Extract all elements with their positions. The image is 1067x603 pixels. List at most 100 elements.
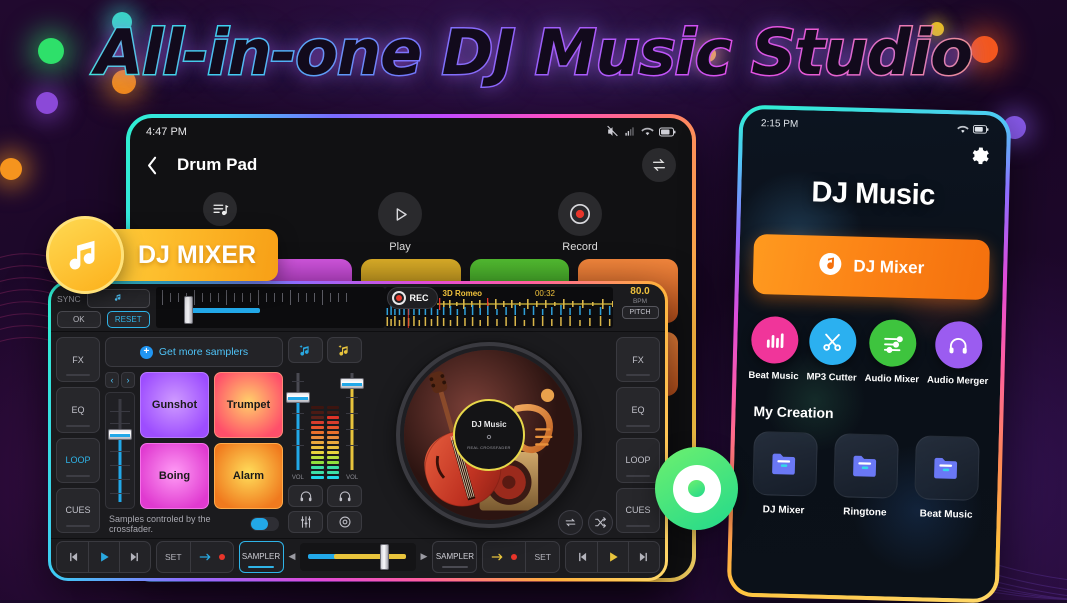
record-button[interactable]: Record <box>490 192 670 253</box>
left-side-buttons: FX EQ LOOP CUES <box>56 337 100 533</box>
sampler-nav-and-fader: ‹ › <box>105 372 135 509</box>
repeat-icon[interactable] <box>558 510 583 535</box>
reset-button[interactable]: RESET <box>106 311 150 328</box>
record-icon <box>391 291 406 305</box>
crossfader-left-arrow[interactable]: ◀ <box>289 551 296 562</box>
deck-action-buttons <box>558 510 613 535</box>
right-volume-fader[interactable] <box>340 367 365 474</box>
dj-mixer-badge: DJ MIXER <box>46 216 279 294</box>
play-icon <box>378 192 422 236</box>
crossfader-knob[interactable] <box>380 543 390 570</box>
crossfader-track[interactable] <box>300 542 416 571</box>
shuffle-icon[interactable] <box>588 510 613 535</box>
skip-previous-icon-right[interactable] <box>566 542 597 572</box>
left-statusbar: 4:47 PM <box>130 118 692 140</box>
target-icon[interactable] <box>327 511 362 533</box>
skip-previous-icon-left[interactable] <box>57 542 88 572</box>
mixer-body: FX EQ LOOP CUES + Get more samplers ‹ › <box>51 332 665 538</box>
ok-button[interactable]: OK <box>57 311 101 328</box>
dj-music-home-screen: 2:15 PM DJ Music DJ Mixer Beat Music MP3… <box>730 108 1008 600</box>
creation-item-ringtone[interactable]: Ringtone <box>833 433 899 519</box>
glow-orb <box>0 158 22 180</box>
feature-audio-merger[interactable]: Audio Merger <box>927 320 990 387</box>
fx-button-left[interactable]: FX <box>56 337 100 383</box>
sampler-pad-alarm[interactable]: Alarm <box>214 443 283 509</box>
waveform-strip[interactable]: REC 3D Romeo 00:32 <box>384 287 613 328</box>
creation-item-dj-mixer[interactable]: DJ Mixer <box>751 431 818 517</box>
chevron-left-icon[interactable] <box>146 156 159 175</box>
loop-button-right[interactable]: LOOP <box>616 437 660 483</box>
creation-label: DJ Mixer <box>762 504 805 517</box>
battery-icon <box>972 124 989 134</box>
set-button-left[interactable]: SET <box>157 542 190 572</box>
right-side-buttons: FX EQ LOOP CUES <box>616 337 660 533</box>
loop-button-left[interactable]: LOOP <box>56 437 100 483</box>
set-button-right[interactable]: SET <box>525 541 559 572</box>
arrow-right-icon <box>199 553 211 560</box>
deck-center-label: DJ Music REAL CROSSFADER <box>453 399 525 471</box>
sampler-pad-gunshot[interactable]: Gunshot <box>140 372 209 438</box>
right-volume-column: VOL <box>340 367 365 481</box>
get-more-samplers-button[interactable]: + Get more samplers <box>105 337 283 367</box>
scissors-icon <box>808 317 857 366</box>
sampler-tab-right[interactable]: SAMPLER <box>432 540 478 573</box>
play-icon-left[interactable] <box>88 541 119 572</box>
bar-chart-icon <box>750 315 799 365</box>
vinyl-record-icon <box>672 464 721 513</box>
right-status-icons <box>957 124 989 135</box>
eq-button-right[interactable]: EQ <box>616 387 660 433</box>
dj-mixer-panel: SYNC OK RESET REC 3D Romeo 00:32 80.0 BP… <box>48 281 668 581</box>
app-title: DJ Music <box>811 176 936 212</box>
skip-next-icon-left[interactable] <box>119 541 150 572</box>
sampler-tab-left[interactable]: SAMPLER <box>238 540 284 573</box>
creation-item-beat-music[interactable]: Beat Music <box>914 435 981 521</box>
crossfade-toggle[interactable] <box>250 516 279 531</box>
crossfader-right-arrow[interactable]: ▶ <box>421 551 428 562</box>
sampler-pad-trumpet[interactable]: Trumpet <box>214 372 283 438</box>
dj-mixer-button[interactable]: DJ Mixer <box>752 233 991 301</box>
cues-button-right[interactable]: CUES <box>616 487 660 533</box>
skip-next-icon-right[interactable] <box>628 541 659 572</box>
vu-meter-right <box>326 367 340 481</box>
play-icon-right[interactable] <box>597 541 628 572</box>
gear-icon[interactable] <box>968 145 991 168</box>
sampler-volume-fader[interactable] <box>105 392 135 509</box>
cues-button-left[interactable]: CUES <box>56 487 100 533</box>
deck-title: DJ Music <box>471 420 507 429</box>
fader-knob[interactable] <box>285 392 310 403</box>
feature-audio-mixer[interactable]: Audio Mixer <box>865 319 921 385</box>
bpm-section: 80.0 BPM PITCH <box>615 284 665 331</box>
sampler-prev-button[interactable]: ‹ <box>105 372 119 388</box>
play-button[interactable]: Play <box>310 192 490 253</box>
feature-beat-music[interactable]: Beat Music <box>748 315 800 382</box>
fader-knob[interactable] <box>108 429 132 440</box>
feature-row: Beat Music MP3 Cutter Audio Mixer Audio … <box>744 315 994 387</box>
right-vol-label: VOL <box>346 475 359 481</box>
sampler-pad-boing[interactable]: Boing <box>140 443 209 509</box>
headphones-icon-left[interactable] <box>288 485 323 507</box>
pitch-button[interactable]: PITCH <box>621 306 659 319</box>
feature-mp3-cutter[interactable]: MP3 Cutter <box>806 317 858 384</box>
add-music-blue-icon[interactable] <box>288 337 323 363</box>
swap-icon[interactable] <box>642 148 676 182</box>
spindle-icon <box>486 434 492 440</box>
headphones-icon-right[interactable] <box>327 485 362 507</box>
feature-label: MP3 Cutter <box>806 371 857 384</box>
creation-label: Ringtone <box>843 506 887 519</box>
left-volume-column: VOL <box>285 367 310 481</box>
cue-record-right[interactable] <box>483 542 525 572</box>
bpm-value: 80.0 <box>630 286 650 297</box>
eq-button-left[interactable]: EQ <box>56 387 100 433</box>
add-music-yellow-icon[interactable] <box>327 337 362 363</box>
left-volume-fader[interactable] <box>285 367 310 474</box>
folder-icon <box>833 433 899 499</box>
cue-record-left[interactable] <box>189 541 233 572</box>
rec-button[interactable]: REC <box>386 287 438 309</box>
platter[interactable]: DJ Music REAL CROSSFADER <box>396 342 582 528</box>
sampler-next-button[interactable]: › <box>121 372 135 388</box>
fader-knob[interactable] <box>340 378 365 389</box>
turntable-deck: DJ Music REAL CROSSFADER <box>367 337 613 535</box>
equalizer-icon[interactable] <box>288 511 323 533</box>
tempo-knob[interactable] <box>184 296 193 324</box>
fx-button-right[interactable]: FX <box>616 337 660 383</box>
